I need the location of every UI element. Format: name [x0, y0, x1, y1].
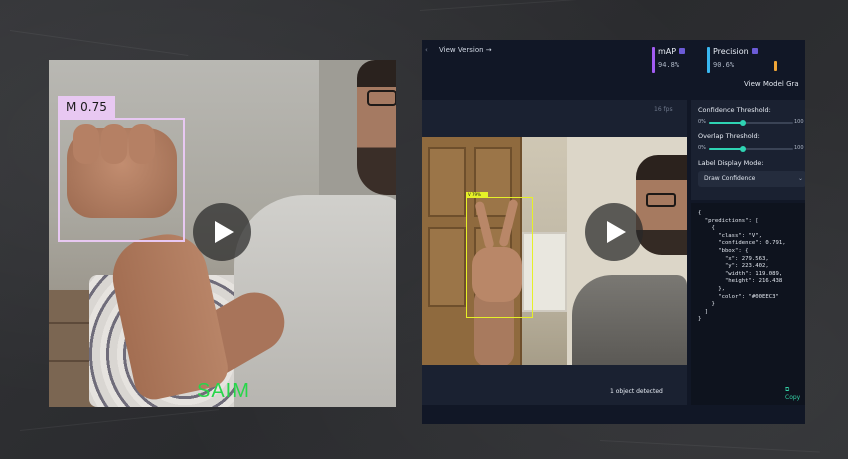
slider-thumb[interactable] [739, 120, 746, 126]
confidence-max-label: 100 [794, 119, 804, 125]
play-button-left[interactable] [193, 203, 251, 261]
person-shirt [572, 275, 687, 365]
fps-counter: 16 fps [654, 106, 673, 113]
chevron-down-icon: ⌄ [798, 175, 804, 182]
metric-label: Precision [713, 47, 749, 56]
metric-color-bar [707, 47, 710, 73]
objects-detected-status: 1 object detected [610, 388, 663, 395]
background-scratch [419, 0, 680, 11]
copy-label: Copy [785, 394, 801, 401]
copy-button[interactable]: ⧉ Copy [785, 386, 805, 401]
view-version-link[interactable]: View Version → [439, 46, 492, 54]
right-app-panel: ‹ View Version → mAP 94.8% Precision 90.… [422, 40, 805, 424]
metric-color-bar [774, 61, 777, 71]
info-icon[interactable] [679, 48, 686, 54]
top-bar: ‹ View Version → mAP 94.8% Precision 90.… [422, 40, 805, 96]
metric-label: mAP [658, 47, 677, 56]
watermark-text: SAIM [197, 380, 250, 402]
label-display-mode-label: Label Display Mode: [698, 159, 764, 167]
play-icon [215, 221, 234, 243]
metric-value: 90.6% [713, 61, 735, 69]
slider-thumb[interactable] [739, 146, 746, 152]
slider-fill [709, 148, 743, 150]
person-glasses [367, 90, 396, 106]
back-chevron-icon[interactable]: ‹ [425, 46, 428, 54]
metric-precision: Precision 90.6% [707, 47, 758, 73]
play-button-right[interactable] [585, 203, 643, 261]
copy-icon: ⧉ [785, 386, 790, 393]
label-display-mode-select[interactable]: Draw Confidence [698, 171, 805, 187]
background-scratch [19, 409, 219, 431]
metric-value: 94.8% [658, 61, 680, 69]
detection-label: M 0.75 [58, 96, 115, 118]
metric-color-bar [652, 47, 655, 73]
detection-bounding-box [58, 118, 185, 242]
confidence-threshold-slider[interactable] [709, 120, 793, 126]
view-model-graphs-link[interactable]: View Model Gra [744, 80, 799, 88]
background-scratch [9, 30, 189, 57]
info-icon[interactable] [751, 48, 758, 54]
overlap-threshold-label: Overlap Threshold: [698, 132, 760, 140]
confidence-min-label: 0% [698, 119, 706, 125]
inference-video-frame[interactable]: V 79% [422, 137, 687, 365]
slider-fill [709, 122, 743, 124]
person-glasses [646, 193, 676, 207]
door-panel [428, 227, 466, 307]
detection-label: V 79% [466, 192, 488, 198]
play-icon [607, 221, 626, 243]
detection-bounding-box [466, 197, 533, 318]
json-output-text: { "predictions": [ { "class": "V", "conf… [698, 210, 786, 323]
background-scratch [599, 440, 820, 453]
door-panel [428, 147, 466, 217]
overlap-threshold-slider[interactable] [709, 146, 793, 152]
overlap-min-label: 0% [698, 145, 706, 151]
metric-map: mAP 94.8% [652, 47, 686, 73]
person-head [357, 60, 396, 195]
confidence-threshold-label: Confidence Threshold: [698, 106, 771, 114]
overlap-max-label: 100 [794, 145, 804, 151]
